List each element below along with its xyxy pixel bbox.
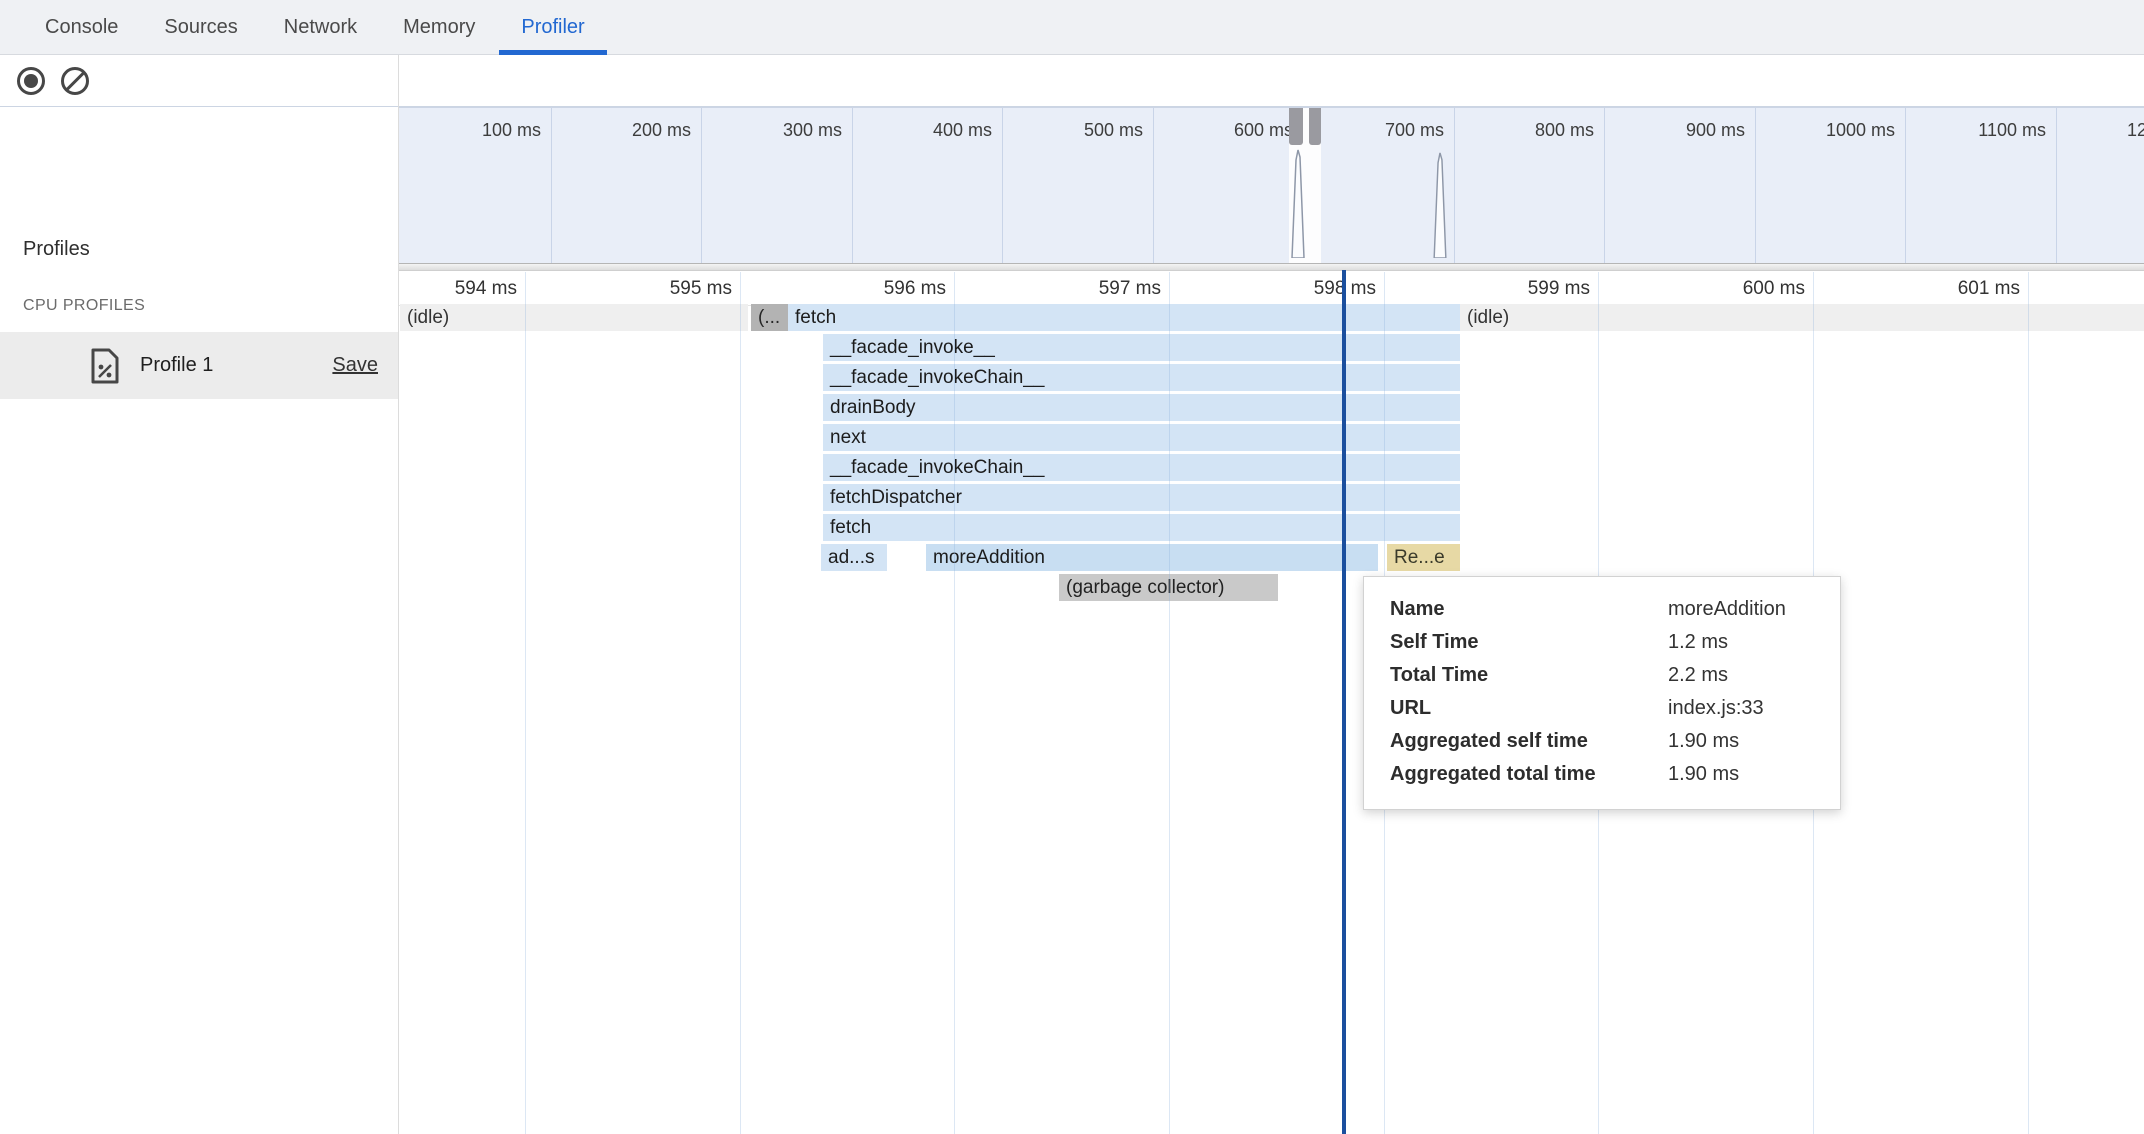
overview-tick-label: 800 ms	[1444, 120, 1594, 144]
devtools-tab-bar: ConsoleSourcesNetworkMemoryProfiler	[0, 0, 2144, 55]
ruler-time-label: 598 ms	[1216, 278, 1376, 300]
flame-row: (idle)(...fetch(idle)	[399, 304, 2144, 331]
ruler-time-label: 601 ms	[1860, 278, 2020, 300]
flame-row: fetchDispatcher	[399, 484, 2144, 511]
overview-tick-label: 300 ms	[692, 120, 842, 144]
flame-chart: (idle)(...fetch(idle)__facade_invoke____…	[399, 304, 2144, 1134]
tab-memory[interactable]: Memory	[381, 0, 497, 55]
flame-bar-facadeinvokechain[interactable]: __facade_invokeChain__	[823, 364, 1460, 391]
save-profile-link[interactable]: Save	[332, 354, 378, 377]
sidebar-title: Profiles	[23, 238, 90, 261]
current-time-marker[interactable]	[1342, 270, 1346, 1134]
ruler-time-label: 600 ms	[1645, 278, 1805, 300]
overview-tick-label: 1200 ms	[2046, 120, 2144, 144]
clear-profiles-button[interactable]	[61, 67, 89, 95]
tooltip-value: 1.2 ms	[1668, 631, 1728, 654]
tooltip-label: Self Time	[1390, 631, 1668, 654]
selection-right-handle[interactable]	[1309, 108, 1321, 145]
flame-row: fetch	[399, 514, 2144, 541]
tooltip-label: Total Time	[1390, 664, 1668, 687]
detail-time-ruler: 594 ms 595 ms 596 ms 597 ms 598 ms 599 ms 600 …	[399, 272, 2144, 306]
tooltip-row: NamemoreAddition	[1390, 593, 1814, 626]
profile-name: Profile 1	[140, 354, 332, 377]
tooltip-row: URLindex.js:33	[1390, 692, 1814, 725]
overview-tick-label: 400 ms	[842, 120, 992, 144]
cpu-activity-spike	[1291, 148, 1305, 263]
ruler-time-label: 599 ms	[1430, 278, 1590, 300]
flame-bar-fetch[interactable]: fetch	[788, 304, 1460, 331]
cpu-activity-spike	[1433, 151, 1447, 263]
detail-gridline	[1169, 272, 1170, 1134]
overview-tick-label: 900 ms	[1595, 120, 1745, 144]
flame-bar-fetchdispatcher[interactable]: fetchDispatcher	[823, 484, 1460, 511]
ruler-time-label: 595 ms	[572, 278, 732, 300]
flame-bar-idle[interactable]: (idle)	[400, 304, 748, 331]
flame-row: __facade_invokeChain__	[399, 454, 2144, 481]
ruler-time-label: 594 ms	[399, 278, 517, 300]
flame-row: ad...s moreAddition Re...e	[399, 544, 2144, 571]
overview-tick-label: 200 ms	[541, 120, 691, 144]
flame-row: __facade_invokeChain__	[399, 364, 2144, 391]
flame-bar-fetch[interactable]: fetch	[823, 514, 1460, 541]
tooltip-value: 1.90 ms	[1668, 730, 1739, 753]
flame-bar-ads[interactable]: ad...s	[821, 544, 887, 571]
profiles-sidebar: Profiles CPU PROFILES Profile 1 Save	[0, 107, 398, 1134]
cpu-profiles-section-header: CPU PROFILES	[23, 297, 145, 315]
tooltip-value: 1.90 ms	[1668, 763, 1739, 786]
sidebar-item-profile-1[interactable]: Profile 1 Save	[0, 332, 398, 399]
flame-bar-facadeinvoke[interactable]: __facade_invoke__	[823, 334, 1460, 361]
profile-document-icon	[88, 347, 122, 385]
profiler-main-area: 100 ms200 ms300 ms400 ms500 ms600 ms700 …	[399, 107, 2144, 1134]
flame-bar-drainbody[interactable]: drainBody	[823, 394, 1460, 421]
flame-row: next	[399, 424, 2144, 451]
flame-row: (garbage collector)	[399, 574, 2144, 601]
tooltip-row: Self Time1.2 ms	[1390, 626, 1814, 659]
overview-scroll-strip[interactable]	[399, 263, 2144, 271]
tab-sources[interactable]: Sources	[142, 0, 259, 55]
overview-tick-label: 600 ms	[1143, 120, 1293, 144]
flame-bar-ree[interactable]: Re...e	[1387, 544, 1460, 571]
tab-console[interactable]: Console	[23, 0, 140, 55]
tooltip-label: Name	[1390, 598, 1668, 621]
overview-tick-label: 500 ms	[993, 120, 1143, 144]
tooltip-label: URL	[1390, 697, 1668, 720]
flame-bar-[interactable]: (...	[751, 304, 788, 331]
record-profile-button[interactable]	[17, 67, 45, 95]
timeline-overview[interactable]: 100 ms200 ms300 ms400 ms500 ms600 ms700 …	[399, 107, 2144, 263]
flame-bar-idle[interactable]: (idle)	[1460, 304, 2144, 331]
detail-gridline	[740, 272, 741, 1134]
flame-bar-moreaddition[interactable]: moreAddition	[926, 544, 1378, 571]
tooltip-label: Aggregated self time	[1390, 730, 1668, 753]
flame-row: drainBody	[399, 394, 2144, 421]
detail-gridline	[954, 272, 955, 1134]
tooltip-row: Aggregated total time1.90 ms	[1390, 758, 1814, 791]
detail-gridline	[525, 272, 526, 1134]
tooltip-value: moreAddition	[1668, 598, 1786, 621]
tab-profiler[interactable]: Profiler	[499, 0, 606, 55]
tooltip-row: Total Time2.2 ms	[1390, 659, 1814, 692]
tooltip-value: index.js:33	[1668, 697, 1764, 720]
tooltip-row: Aggregated self time1.90 ms	[1390, 725, 1814, 758]
flame-bar-next[interactable]: next	[823, 424, 1460, 451]
profiler-toolbar: Chart ▼	[0, 55, 2144, 107]
detail-gridline	[2028, 272, 2029, 1134]
tooltip-value: 2.2 ms	[1668, 664, 1728, 687]
tooltip-label: Aggregated total time	[1390, 763, 1668, 786]
overview-tick-label: 1100 ms	[1896, 120, 2046, 144]
flame-row: __facade_invoke__	[399, 334, 2144, 361]
overview-tick-label: 100 ms	[399, 120, 541, 144]
ruler-time-label: 596 ms	[786, 278, 946, 300]
flame-bar-facadeinvokechain[interactable]: __facade_invokeChain__	[823, 454, 1460, 481]
frame-details-tooltip: NamemoreAdditionSelf Time1.2 msTotal Tim…	[1363, 576, 1841, 810]
tab-network[interactable]: Network	[262, 0, 379, 55]
selection-left-handle[interactable]	[1289, 108, 1303, 145]
ruler-time-label: 597 ms	[1001, 278, 1161, 300]
overview-tick-label: 1000 ms	[1745, 120, 1895, 144]
